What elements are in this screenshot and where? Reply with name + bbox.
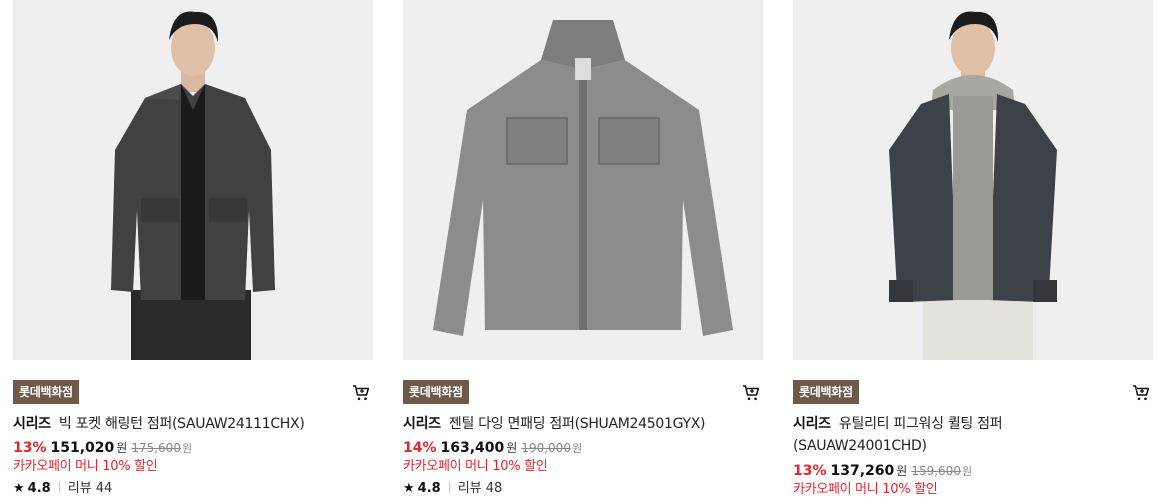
product-image[interactable]: [793, 0, 1153, 360]
rating-row: ★ 4.8 리뷰 48: [403, 480, 502, 498]
rating-row: ★ 4.8 리뷰 44: [13, 480, 112, 498]
original-price-unit: 원: [181, 442, 193, 455]
product-title[interactable]: 시리즈 빅 포켓 해링턴 점퍼(SAUAW24111CHX): [13, 413, 373, 435]
original-price-unit: 원: [571, 442, 583, 455]
review-count[interactable]: 리뷰 48: [458, 481, 503, 496]
price-unit: 원: [896, 464, 908, 478]
store-badge: 롯데백화점: [793, 380, 859, 404]
review-count[interactable]: 리뷰 44: [68, 481, 113, 496]
star-icon: ★: [403, 481, 415, 496]
product-title[interactable]: 시리즈 젠틸 다잉 면패딩 점퍼(SHUAM24501GYX): [403, 413, 763, 435]
price-row: 13% 151,020 원 175,600원: [13, 438, 192, 459]
jacket-photo-icon: [403, 0, 763, 360]
product-name: 빅 포켓 해링턴 점퍼(SAUAW24111CHX): [58, 416, 305, 432]
cart-icon[interactable]: [741, 383, 761, 403]
product-name: 젠틸 다잉 면패딩 점퍼(SHUAM24501GYX): [448, 416, 706, 432]
product-title[interactable]: 시리즈 유틸리티 피그워싱 퀼팅 점퍼 (SAUAW24001CHD): [793, 413, 1153, 457]
payment-promo: 카카오페이 머니 10% 할인: [793, 482, 938, 497]
brand-name: 시리즈: [793, 416, 831, 432]
price-row: 14% 163,400 원 190,000원: [403, 438, 582, 459]
product-card[interactable]: 롯데백화점 시리즈 유틸리티 피그워싱 퀼팅 점퍼 (SAUAW24001CHD…: [793, 0, 1153, 497]
product-image[interactable]: [13, 0, 373, 360]
store-badge: 롯데백화점: [13, 380, 79, 404]
product-card[interactable]: 롯데백화점 시리즈 젠틸 다잉 면패딩 점퍼(SHUAM24501GYX) 14…: [403, 0, 763, 496]
divider: [448, 482, 450, 493]
product-name-line2: (SAUAW24001CHD): [793, 438, 927, 454]
product-card[interactable]: 롯데백화점 시리즈 빅 포켓 해링턴 점퍼(SAUAW24111CHX) 13%…: [13, 0, 373, 496]
discount-rate: 13%: [13, 440, 47, 456]
cart-icon[interactable]: [351, 383, 371, 403]
original-price: 175,600: [131, 441, 181, 455]
original-price: 159,600: [911, 464, 961, 478]
rating-score: 4.8: [417, 481, 441, 496]
star-icon: ★: [13, 481, 25, 496]
sale-price: 137,260: [830, 463, 895, 479]
brand-name: 시리즈: [13, 416, 51, 432]
payment-promo: 카카오페이 머니 10% 할인: [403, 459, 548, 474]
discount-rate: 14%: [403, 440, 437, 456]
divider: [58, 482, 60, 493]
original-price: 190,000: [521, 441, 571, 455]
product-name: 유틸리티 피그워싱 퀼팅 점퍼: [838, 416, 1003, 432]
price-row: 13% 137,260 원 159,600원: [793, 461, 972, 482]
price-unit: 원: [506, 441, 518, 455]
jacket-photo-icon: [793, 0, 1153, 360]
original-price-unit: 원: [961, 465, 973, 478]
jacket-photo-icon: [13, 0, 373, 360]
store-badge: 롯데백화점: [403, 380, 469, 404]
product-image[interactable]: [403, 0, 763, 360]
sale-price: 151,020: [50, 440, 115, 456]
rating-score: 4.8: [27, 481, 51, 496]
discount-rate: 13%: [793, 463, 827, 479]
payment-promo: 카카오페이 머니 10% 할인: [13, 459, 158, 474]
brand-name: 시리즈: [403, 416, 441, 432]
price-unit: 원: [116, 441, 128, 455]
cart-icon[interactable]: [1131, 383, 1151, 403]
sale-price: 163,400: [440, 440, 505, 456]
